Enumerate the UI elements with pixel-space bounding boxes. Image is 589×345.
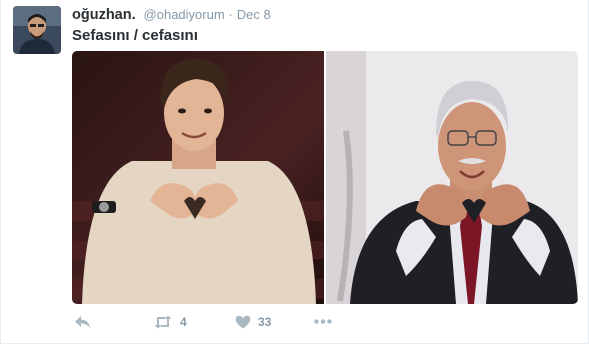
retweet-button[interactable]: 4	[153, 315, 187, 329]
display-name[interactable]: oğuzhan.	[72, 7, 136, 23]
heart-icon	[235, 315, 251, 329]
tweet-actions: 4 33	[72, 315, 372, 335]
like-button[interactable]: 33	[235, 315, 271, 329]
more-icon	[314, 319, 332, 324]
reply-button[interactable]	[74, 315, 91, 329]
photo-right[interactable]	[326, 51, 578, 304]
avatar[interactable]	[13, 6, 61, 54]
retweet-icon	[153, 315, 173, 329]
timestamp[interactable]: Dec 8	[237, 7, 271, 22]
tweet-card[interactable]: oğuzhan. @ohadiyorum · Dec 8 Sefasını / …	[0, 0, 589, 344]
retweet-count: 4	[180, 315, 187, 329]
reply-icon	[74, 315, 91, 329]
meta-separator: ·	[228, 7, 233, 22]
tweet-header: oğuzhan. @ohadiyorum · Dec 8	[72, 6, 271, 23]
like-count: 33	[258, 315, 272, 329]
user-handle[interactable]: @ohadiyorum	[144, 7, 225, 22]
media-grid	[72, 51, 578, 304]
more-button[interactable]	[314, 319, 332, 324]
photo-left[interactable]	[72, 51, 324, 304]
tweet-text: Sefasını / cefasını	[72, 27, 198, 44]
